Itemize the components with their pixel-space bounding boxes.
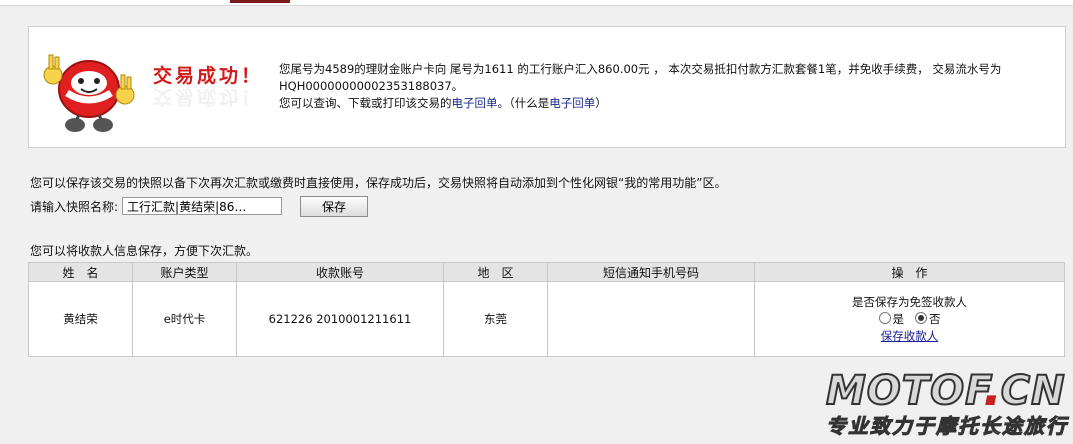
watermark-logo-dot: .: [984, 367, 1001, 415]
payee-region: 东莞: [443, 281, 548, 357]
payee-account-type: e时代卡: [132, 281, 237, 357]
watermark-logo-left: MOTOF: [825, 367, 985, 415]
what-is-e-receipt-link[interactable]: 电子回单: [549, 96, 595, 110]
message-line-3-mid: 。（什么是: [497, 96, 550, 110]
top-border: [0, 0, 1073, 6]
column-header-operations: 操 作: [754, 262, 1065, 282]
radio-yes-label: 是: [892, 311, 905, 326]
snapshot-name-label: 请输入快照名称:: [30, 199, 119, 214]
save-payee-link[interactable]: 保存收款人: [881, 329, 939, 343]
radio-yes[interactable]: [878, 312, 891, 324]
success-title-reflection: 交易成功！: [153, 86, 264, 108]
column-header-phone: 短信通知手机号码: [547, 262, 755, 282]
radio-no-label: 否: [928, 311, 941, 326]
snapshot-description: 您可以保存该交易的快照以备下次再次汇款或缴费时直接使用，保存成功后，交易快照将自…: [30, 176, 727, 190]
e-mascot-logo: [37, 37, 137, 137]
save-question: 是否保存为免签收款人: [852, 294, 967, 309]
message-line-3-prefix: 您可以查询、下载或打印该交易的: [279, 96, 452, 110]
table-row: 黄结荣 e时代卡 621226 2010001211611 东莞 是否保存为免签…: [28, 281, 1065, 357]
success-panel: 交易成功！ 交易成功！ 您尾号为4589的理财金账户卡向 尾号为1611 的工行…: [28, 26, 1066, 148]
snapshot-row: 请输入快照名称: 保存: [30, 195, 369, 217]
message-line-3-suffix: ）: [595, 96, 607, 110]
watermark-slogan: 专业致力于摩托长途旅行: [826, 414, 1068, 439]
column-header-account-no: 收款账号: [236, 262, 444, 282]
column-header-account-type: 账户类型: [132, 262, 237, 282]
payee-table: 姓 名 账户类型 收款账号 地 区 短信通知手机号码 操 作 黄结荣 e时代卡 …: [28, 262, 1065, 357]
save-radio-group: 是 否: [755, 311, 1064, 328]
payee-description: 您可以将收款人信息保存，方便下次汇款。: [30, 244, 259, 258]
top-accent: [230, 0, 290, 3]
site-watermark: MOTOF.CN 专业致力于摩托长途旅行: [825, 367, 1068, 439]
message-line-3: 您可以查询、下载或打印该交易的电子回单。（什么是电子回单）: [279, 95, 1059, 112]
snapshot-name-input[interactable]: [122, 197, 283, 215]
payee-name: 黄结荣: [28, 281, 133, 357]
column-header-name: 姓 名: [28, 262, 133, 282]
message-line-1: 您尾号为4589的理财金账户卡向 尾号为1611 的工行账户汇入860.00元 …: [279, 62, 1002, 76]
payee-operations: 是否保存为免签收款人 是 否 保存收款人: [754, 281, 1065, 357]
watermark-logo-text: MOTOF.CN: [825, 367, 1068, 415]
watermark-logo-right: CN: [1000, 367, 1066, 415]
success-message: 您尾号为4589的理财金账户卡向 尾号为1611 的工行账户汇入860.00元 …: [279, 61, 1059, 112]
radio-no[interactable]: [914, 312, 927, 324]
payee-phone: [547, 281, 755, 357]
payee-account-no: 621226 2010001211611: [236, 281, 444, 357]
payee-table-header: 姓 名 账户类型 收款账号 地 区 短信通知手机号码 操 作: [28, 262, 1065, 282]
save-snapshot-button[interactable]: 保存: [300, 195, 369, 217]
e-receipt-link[interactable]: 电子回单: [452, 96, 498, 110]
column-header-region: 地 区: [443, 262, 548, 282]
success-title: 交易成功！: [153, 65, 264, 87]
message-line-2: HQH00000000002353188037。: [279, 79, 464, 93]
